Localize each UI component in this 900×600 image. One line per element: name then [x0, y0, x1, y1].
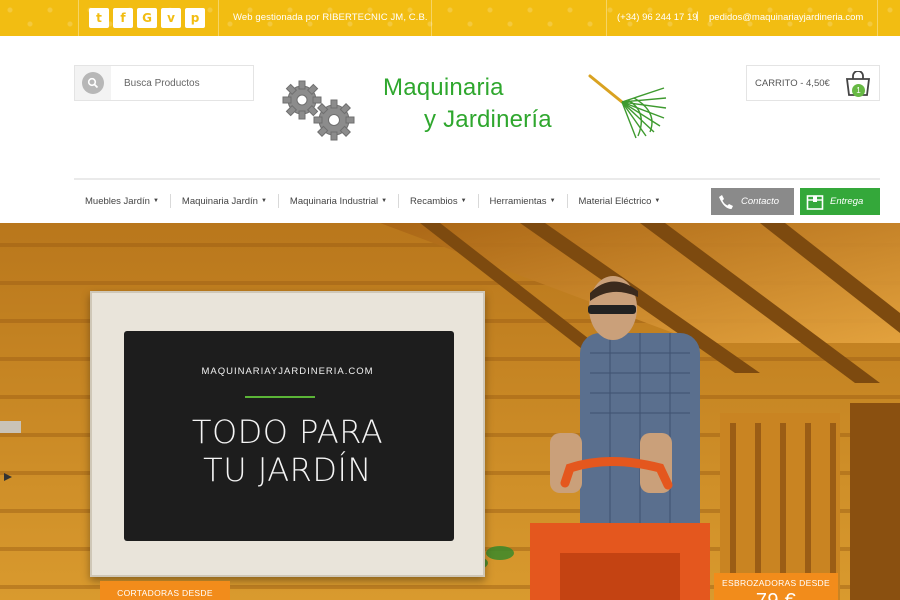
top-bar-divider [877, 0, 878, 36]
google-plus-icon[interactable]: G [137, 8, 157, 28]
caret-down-icon: ▼ [260, 198, 267, 204]
promo-brushcutters-price: 79 € [714, 590, 838, 600]
nav-divider [74, 178, 880, 180]
logo-line2: y Jardinería [424, 106, 552, 133]
nav-item-recambios[interactable]: Recambios ▼ [399, 194, 479, 208]
promo-mowers-label: CORTADORAS DESDE [117, 588, 213, 598]
nav-item-label: Recambios [410, 195, 458, 207]
twitter-icon[interactable]: t [89, 8, 109, 28]
phone-icon [711, 188, 741, 215]
nav-item-herramientas[interactable]: Herramientas ▼ [479, 194, 568, 208]
nav-item-label: Herramientas [489, 195, 547, 207]
search-button[interactable] [75, 66, 111, 100]
nav-item-maquinaria-industrial[interactable]: Maquinaria Industrial ▼ [279, 194, 400, 208]
managed-by-text: Web gestionada por RIBERTECNIC JM, C.B. [233, 12, 428, 23]
caret-down-icon: ▼ [381, 198, 388, 204]
slider-arrow-icon[interactable] [2, 471, 20, 483]
hero-banner[interactable]: MAQUINARIAYJARDINERIA.COM TODO PARA TU J… [0, 223, 900, 600]
contact-button[interactable]: Contacto [711, 188, 794, 215]
delivery-button[interactable]: Entrega [800, 188, 880, 215]
hero-site-name: MAQUINARIAYJARDINERIA.COM [201, 366, 374, 377]
slider-side-tab[interactable] [0, 421, 21, 433]
search-box [74, 65, 254, 101]
chalkboard-sign: MAQUINARIAYJARDINERIA.COM TODO PARA TU J… [90, 291, 485, 577]
promo-brushcutters-label: ESBROZADORAS DESDE [722, 578, 830, 588]
main-nav: Muebles Jardín ▼ Maquinaria Jardín ▼ Maqui… [74, 188, 671, 214]
cart-count-badge: 1 [852, 84, 865, 97]
hero-headline: TODO PARA TU JARDÍN [90, 413, 485, 489]
facebook-icon[interactable]: f [113, 8, 133, 28]
nav-item-muebles-jardin[interactable]: Muebles Jardín ▼ [74, 194, 171, 208]
pinterest-icon[interactable]: p [185, 8, 205, 28]
nav-item-material-electrico[interactable]: Material Eléctrico ▼ [568, 194, 672, 208]
caret-down-icon: ▼ [460, 198, 467, 204]
search-input[interactable] [115, 66, 251, 100]
caret-down-icon: ▼ [654, 198, 661, 204]
cart-button[interactable]: CARRITO - 4,50€ 1 [746, 65, 880, 101]
hero-headline-line1: TODO PARA [191, 413, 384, 451]
top-bar-divider [431, 0, 432, 36]
nav-item-maquinaria-jardin[interactable]: Maquinaria Jardín ▼ [171, 194, 279, 208]
caret-down-icon: ▼ [549, 198, 556, 204]
delivery-label: Entrega [830, 196, 864, 207]
nav-item-label: Material Eléctrico [578, 195, 652, 207]
delivery-box-icon [800, 188, 830, 215]
email-link[interactable]: pedidos@maquinariayjardineria.com [709, 12, 863, 23]
site-logo[interactable]: Maquinaria y Jardinería [280, 68, 670, 148]
contact-label: Contacto [741, 196, 780, 207]
hero-headline-line2: TU JARDÍN [203, 451, 372, 489]
promo-mowers-badge[interactable]: CORTADORAS DESDE [100, 581, 230, 600]
caret-down-icon: ▼ [152, 198, 159, 204]
top-bar-divider [606, 0, 607, 36]
cart-label: CARRITO - 4,50€ [755, 78, 830, 89]
nav-item-label: Maquinaria Jardín [181, 195, 258, 207]
top-bar: t f G v p Web gestionada por RIBERTECNIC… [0, 0, 900, 36]
logo-line1: Maquinaria [383, 74, 504, 101]
promo-brushcutters-badge[interactable]: ESBROZADORAS DESDE 79 € [714, 573, 838, 600]
search-icon [82, 72, 104, 94]
hero-accent-bar [245, 396, 315, 398]
phone-link[interactable]: (+34) 96 244 17 19 [617, 12, 698, 23]
vimeo-icon[interactable]: v [161, 8, 181, 28]
social-links: t f G v p [89, 8, 205, 28]
nav-item-label: Maquinaria Industrial [289, 195, 379, 207]
top-bar-divider [218, 0, 219, 36]
top-bar-divider [78, 0, 79, 36]
nav-item-label: Muebles Jardín [85, 195, 150, 207]
rake-icon [588, 74, 667, 139]
contact-separator: | [696, 11, 699, 22]
